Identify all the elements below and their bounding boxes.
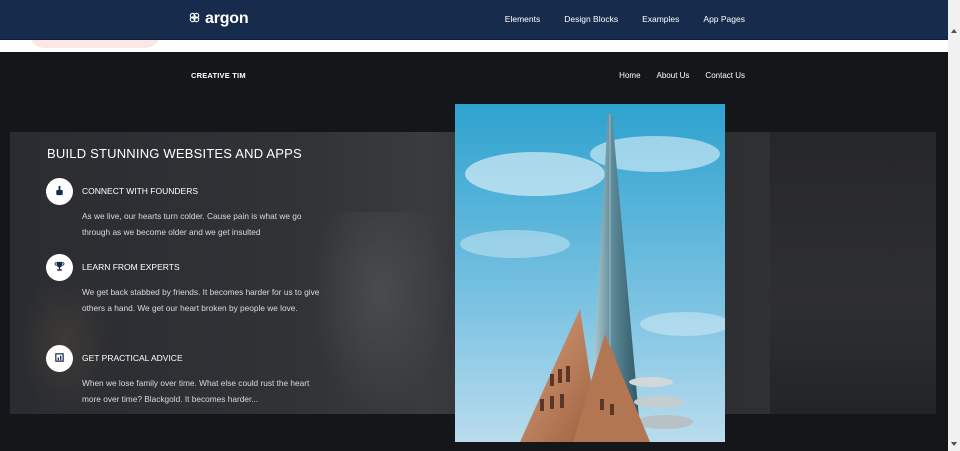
feature-heading: GET PRACTICAL ADVICE bbox=[82, 353, 183, 363]
feature-text: As we live, our hearts turn colder. Caus… bbox=[82, 211, 302, 237]
section-title: BUILD STUNNING WEBSITES AND APPS bbox=[47, 146, 302, 161]
subnav-link-contact-us[interactable]: Contact Us bbox=[705, 71, 745, 80]
feature-text: We get back stabbed by friends. It becom… bbox=[82, 287, 320, 313]
nav-link-examples[interactable]: Examples bbox=[642, 14, 679, 24]
brand-name: argon bbox=[205, 10, 249, 27]
scroll-down-arrow-icon[interactable] bbox=[951, 442, 957, 446]
background-texture bbox=[770, 132, 936, 414]
background-building bbox=[310, 212, 450, 414]
trophy-icon bbox=[54, 259, 65, 277]
nav-link-design-blocks[interactable]: Design Blocks bbox=[564, 14, 618, 24]
argon-logo-icon bbox=[189, 10, 200, 28]
topnav-menu: Elements Design Blocks Examples App Page… bbox=[505, 14, 745, 24]
nav-link-app-pages[interactable]: App Pages bbox=[703, 14, 745, 24]
subnav-brand[interactable]: CREATIVE TIM bbox=[191, 71, 246, 80]
feature-heading: LEARN FROM EXPERTS bbox=[82, 262, 180, 272]
hand-point-icon bbox=[54, 183, 65, 201]
nav-link-elements[interactable]: Elements bbox=[505, 14, 540, 24]
feature-icon-circle bbox=[46, 178, 73, 205]
section-divider bbox=[0, 40, 948, 52]
decorative-shape bbox=[30, 40, 160, 48]
feature-text: When we lose family over time. What else… bbox=[82, 378, 310, 404]
subnav-link-home[interactable]: Home bbox=[619, 71, 640, 80]
scroll-up-arrow-icon[interactable] bbox=[951, 29, 957, 33]
feature-icon-circle bbox=[46, 254, 73, 281]
feature-section: CREATIVE TIM Home About Us Contact Us BU… bbox=[0, 52, 948, 451]
subnav-link-about-us[interactable]: About Us bbox=[657, 71, 690, 80]
brand-logo[interactable]: argon bbox=[189, 10, 249, 28]
feature-icon-circle bbox=[46, 345, 73, 372]
top-navbar: argon Elements Design Blocks Examples Ap… bbox=[0, 0, 948, 40]
scrollbar[interactable] bbox=[948, 0, 960, 451]
tower-image bbox=[455, 104, 725, 442]
feature-heading: CONNECT WITH FOUNDERS bbox=[82, 186, 199, 196]
subnav-menu: Home About Us Contact Us bbox=[619, 71, 745, 80]
chart-icon bbox=[54, 350, 65, 368]
